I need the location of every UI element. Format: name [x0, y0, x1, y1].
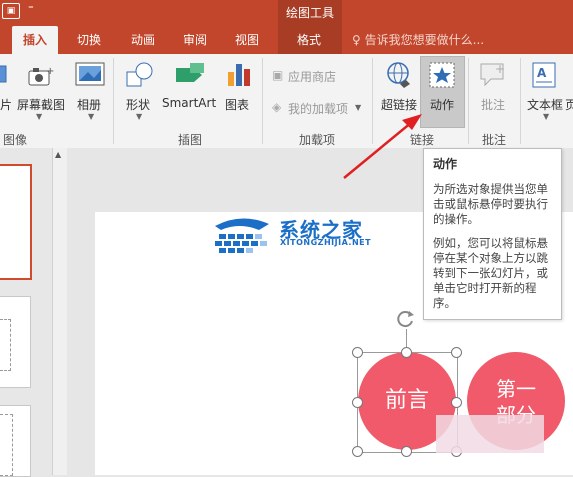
chart-button[interactable]: 图表: [225, 96, 249, 113]
chevron-down-icon: ▼: [136, 112, 143, 121]
store-icon: ▣: [272, 68, 284, 82]
resize-handle[interactable]: [451, 397, 462, 408]
drawing-tools-context-label: 绘图工具: [278, 0, 342, 26]
album-icon[interactable]: [74, 60, 106, 90]
tooltip-description: 为所选对象提供当您单击或鼠标悬停时要执行的操作。: [433, 182, 548, 226]
album-button[interactable]: 相册: [77, 96, 101, 113]
screenshot-button[interactable]: 屏幕截图: [17, 96, 65, 113]
group-label-comments: 批注: [481, 133, 506, 147]
svg-text:+: +: [495, 62, 505, 76]
annotation-arrow-icon: [343, 114, 422, 179]
svg-text:A: A: [537, 66, 547, 80]
customize-qat-icon[interactable]: ⁼: [28, 2, 34, 15]
group-label-images: 图像: [2, 133, 27, 147]
comment-button[interactable]: 批注: [481, 96, 505, 113]
group-separator: [468, 58, 469, 144]
watermark-url: XITONGZHIJIA.NET: [280, 238, 372, 247]
group-label-illustrations: 插图: [177, 133, 202, 147]
action-button[interactable]: 动作: [430, 96, 454, 113]
smartart-button[interactable]: SmartArt: [162, 96, 216, 110]
tooltip-title: 动作: [433, 157, 458, 171]
tab-view[interactable]: 视图: [224, 26, 270, 54]
svg-text:+: +: [46, 66, 54, 77]
picture-button[interactable]: 片: [0, 96, 12, 113]
group-separator: [262, 58, 263, 144]
tell-me-text: 告诉我您想要做什么...: [364, 33, 485, 47]
resize-handle[interactable]: [401, 446, 412, 457]
resize-handle[interactable]: [451, 347, 462, 358]
watermark-logo: [211, 216, 271, 260]
lightbulb-icon: ♀: [352, 33, 361, 47]
quick-access-icon[interactable]: ▣: [2, 3, 20, 19]
circle-text-line1: 第一: [496, 377, 536, 401]
store-button[interactable]: 应用商店: [288, 68, 336, 85]
picture-icon[interactable]: [0, 64, 8, 86]
chevron-down-icon: ▼: [36, 112, 43, 121]
shapes-icon[interactable]: [124, 60, 156, 90]
tooltip-example: 例如，您可以将鼠标悬停在某个对象上方以跳转到下一张幻灯片，或单击它时打开新的程序…: [433, 236, 548, 310]
rotate-connector: [406, 329, 407, 347]
resize-handle[interactable]: [401, 347, 412, 358]
scroll-up-icon[interactable]: ▲: [55, 150, 61, 159]
screenshot-icon[interactable]: +: [26, 62, 54, 90]
action-icon[interactable]: [427, 60, 457, 90]
tab-transitions[interactable]: 切换: [66, 26, 112, 54]
hyperlink-icon[interactable]: [384, 60, 414, 92]
chevron-down-icon: ▼: [88, 112, 95, 121]
tab-format[interactable]: 格式: [286, 26, 332, 54]
chart-icon[interactable]: [226, 60, 252, 90]
comment-icon[interactable]: +: [478, 60, 508, 90]
action-tooltip: 动作 为所选对象提供当您单击或鼠标悬停时要执行的操作。 例如，您可以将鼠标悬停在…: [423, 148, 562, 320]
textbox-icon[interactable]: A: [530, 60, 558, 90]
slide-thumbnail[interactable]: [0, 405, 31, 477]
resize-handle[interactable]: [352, 446, 363, 457]
header-footer-button[interactable]: 页: [565, 96, 573, 113]
vertical-scrollbar[interactable]: ▲: [52, 148, 68, 475]
chevron-down-icon: ▼: [543, 112, 550, 121]
tab-review[interactable]: 审阅: [172, 26, 218, 54]
slide-thumbnail[interactable]: [0, 164, 32, 280]
rotate-handle-icon[interactable]: [396, 309, 416, 329]
group-separator: [520, 58, 521, 144]
shapes-button[interactable]: 形状: [126, 96, 150, 113]
watermark-overlay: [436, 415, 544, 453]
smartart-icon[interactable]: [172, 60, 208, 90]
addins-icon: ◈: [272, 100, 282, 114]
group-separator: [113, 58, 114, 144]
slide-thumbnail[interactable]: [0, 296, 31, 388]
tab-insert[interactable]: 插入: [12, 26, 58, 54]
tab-animations[interactable]: 动画: [120, 26, 166, 54]
resize-handle[interactable]: [352, 397, 363, 408]
tell-me-box[interactable]: ♀ 告诉我您想要做什么...: [352, 26, 484, 54]
resize-handle[interactable]: [352, 347, 363, 358]
textbox-button[interactable]: 文本框: [527, 96, 563, 113]
